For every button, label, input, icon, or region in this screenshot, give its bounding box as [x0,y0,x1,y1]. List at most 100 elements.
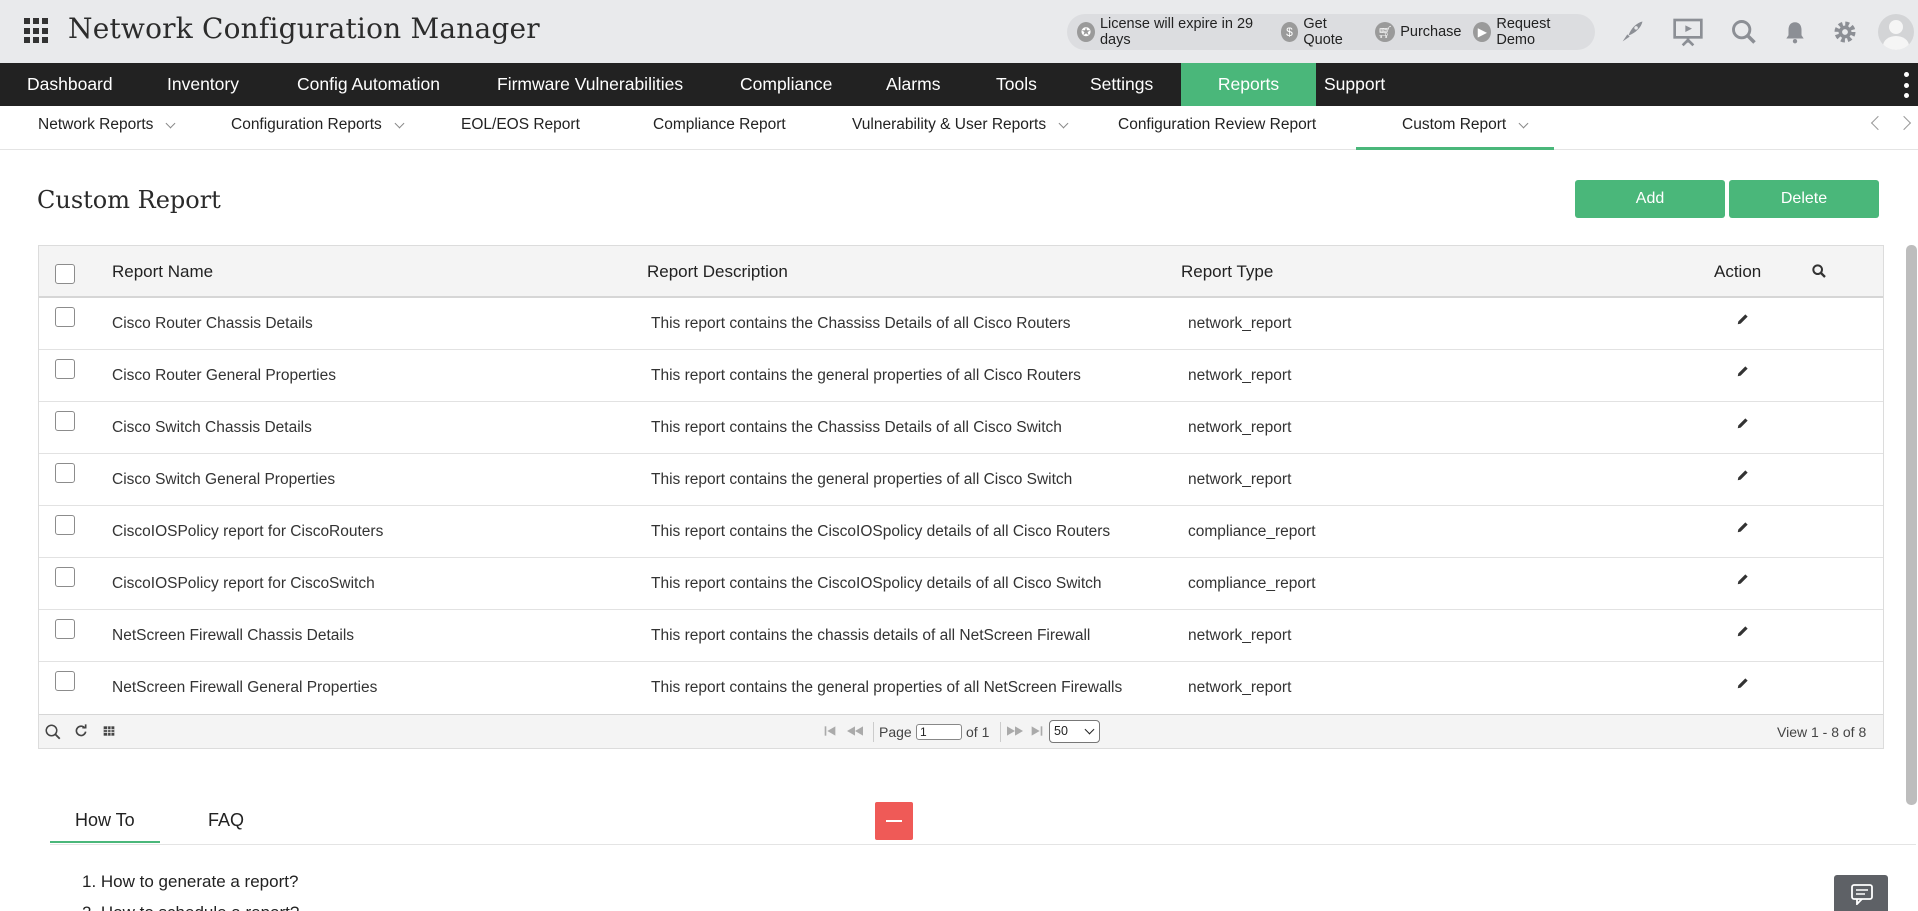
edit-icon[interactable] [1736,676,1750,690]
report-name[interactable]: Cisco Switch Chassis Details [112,402,312,454]
row-checkbox[interactable] [55,515,75,535]
report-name[interactable]: Cisco Router Chassis Details [112,298,313,350]
row-checkbox[interactable] [55,619,75,639]
edit-icon[interactable] [1736,520,1750,534]
help-question[interactable]: 1. How to generate a report? [82,872,298,892]
last-page-icon[interactable] [1029,723,1047,741]
request-demo-link[interactable]: ▶ Request Demo [1473,16,1583,48]
rocket-icon[interactable] [1616,16,1648,48]
license-text: License will expire in 29 days [1099,16,1254,48]
chat-icon [1850,883,1874,910]
nav-reports[interactable]: Reports [1181,63,1316,106]
rows-per-page-select[interactable]: 50 [1049,720,1100,743]
report-description: This report contains the general propert… [651,471,1073,488]
row-checkbox[interactable] [55,307,75,327]
report-description: This report contains the CiscoIOSpolicy … [651,575,1102,592]
prev-page-icon[interactable] [844,723,866,741]
edit-icon[interactable] [1736,312,1750,326]
column-report-name[interactable]: Report Name [112,246,213,298]
subtab-configuration-review-report[interactable]: Configuration Review Report [1118,106,1316,150]
presentation-icon[interactable] [1672,16,1704,48]
next-page-icon[interactable] [1004,723,1026,741]
row-checkbox[interactable] [55,567,75,587]
tab-how-to[interactable]: How To [50,810,160,843]
table-row[interactable]: Cisco Switch Chassis Details This report… [39,402,1883,454]
search-icon[interactable] [1728,16,1760,48]
subtab-eol-eos-report[interactable]: EOL/EOS Report [461,106,580,150]
row-checkbox[interactable] [55,411,75,431]
report-name[interactable]: CiscoIOSPolicy report for CiscoRouters [112,506,383,558]
report-type: network_report [1188,419,1292,436]
nav-dashboard[interactable]: Dashboard [0,63,140,106]
report-description: This report contains the Chassiss Detail… [651,315,1071,332]
chat-button[interactable] [1834,875,1888,911]
view-range-text: View 1 - 8 of 8 [1777,724,1867,740]
edit-icon[interactable] [1736,572,1750,586]
apps-grid-icon[interactable] [24,18,50,44]
delete-button[interactable]: Delete [1729,180,1879,218]
column-action: Action [1714,262,1762,281]
select-all-checkbox[interactable] [55,264,75,284]
user-avatar[interactable] [1878,14,1914,50]
tab-faq[interactable]: FAQ [208,810,244,831]
first-page-icon[interactable] [822,723,840,741]
get-quote-link[interactable]: $ Get Quote [1280,16,1364,48]
nav-compliance[interactable]: Compliance [713,63,859,106]
help-question[interactable]: 2. How to schedule a report? [82,903,299,911]
subtab-compliance-report[interactable]: Compliance Report [653,106,786,150]
subtab-custom-report[interactable]: Custom Report [1356,106,1554,150]
report-name[interactable]: NetScreen Firewall Chassis Details [112,610,354,662]
row-checkbox[interactable] [55,463,75,483]
page-number-input[interactable]: 1 [916,724,962,740]
nav-config-automation[interactable]: Config Automation [270,63,467,106]
table-row[interactable]: CiscoIOSPolicy report for CiscoSwitch Th… [39,558,1883,610]
report-type: network_report [1188,315,1292,332]
refresh-icon[interactable] [73,723,91,741]
bell-icon[interactable] [1779,16,1811,48]
edit-icon[interactable] [1736,364,1750,378]
nav-settings[interactable]: Settings [1063,63,1180,106]
table-row[interactable]: Cisco Router General Properties This rep… [39,350,1883,402]
row-checkbox[interactable] [55,359,75,379]
search-icon[interactable] [44,723,62,741]
search-icon[interactable] [1811,263,1827,284]
edit-icon[interactable] [1736,416,1750,430]
chevron-down-icon [394,118,405,129]
more-menu-icon[interactable] [1904,72,1910,98]
gear-icon[interactable] [1829,16,1861,48]
nav-alarms[interactable]: Alarms [859,63,967,106]
nav-tools[interactable]: Tools [969,63,1064,106]
subtab-network-reports[interactable]: Network Reports [38,106,176,150]
columns-icon[interactable] [101,723,119,741]
table-row[interactable]: Cisco Switch General Properties This rep… [39,454,1883,506]
table-row[interactable]: NetScreen Firewall Chassis Details This … [39,610,1883,662]
table-row[interactable]: Cisco Router Chassis Details This report… [39,298,1883,350]
subtab-vulnerability-user-reports[interactable]: Vulnerability & User Reports [852,106,1069,150]
edit-icon[interactable] [1736,468,1750,482]
nav-inventory[interactable]: Inventory [140,63,266,106]
subtab-configuration-reports-label: Configuration Reports [231,116,382,133]
license-notice[interactable]: ✪ License will expire in 29 days [1077,16,1269,48]
edit-icon[interactable] [1736,624,1750,638]
table-row[interactable]: CiscoIOSPolicy report for CiscoRouters T… [39,506,1883,558]
license-bar: ✪ License will expire in 29 days $ Get Q… [1067,14,1595,50]
column-report-type[interactable]: Report Type [1181,246,1273,298]
sub-nav: Network Reports Configuration Reports EO… [0,106,1918,150]
report-name[interactable]: NetScreen Firewall General Properties [112,662,377,714]
main-nav: Dashboard Inventory Config Automation Fi… [0,63,1918,106]
column-report-description[interactable]: Report Description [647,246,788,298]
purchase-link[interactable]: 🛒︎ Purchase [1375,22,1461,42]
app-title: Network Configuration Manager [68,12,540,45]
report-type: network_report [1188,679,1292,696]
row-checkbox[interactable] [55,671,75,691]
collapse-help-button[interactable] [875,802,913,840]
report-name[interactable]: Cisco Switch General Properties [112,454,335,506]
subtab-configuration-reports[interactable]: Configuration Reports [231,106,405,150]
nav-support[interactable]: Support [1297,63,1412,106]
page-scrollbar[interactable] [1906,245,1917,805]
add-button[interactable]: Add [1575,180,1725,218]
report-name[interactable]: CiscoIOSPolicy report for CiscoSwitch [112,558,375,610]
nav-firmware-vulnerabilities[interactable]: Firmware Vulnerabilities [470,63,710,106]
table-row[interactable]: NetScreen Firewall General Properties Th… [39,662,1883,714]
report-name[interactable]: Cisco Router General Properties [112,350,336,402]
